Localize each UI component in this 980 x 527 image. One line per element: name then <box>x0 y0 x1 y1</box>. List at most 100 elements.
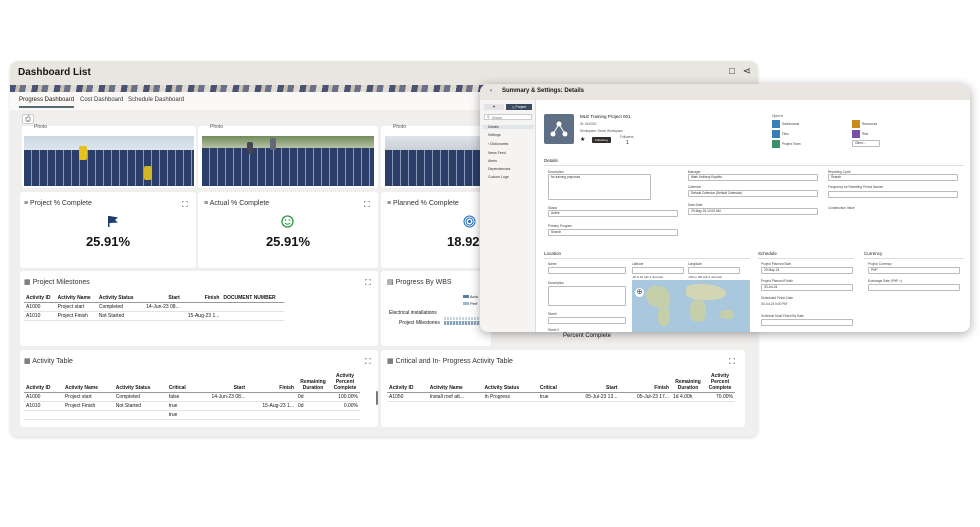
column-header[interactable]: Activity Name <box>427 372 483 393</box>
freq-field[interactable] <box>828 191 958 198</box>
milestones-card: ▦ Project Milestones ⛶ Activity ID Activ… <box>20 271 378 346</box>
table-row[interactable]: A1000 Project start Completed false 14-Jun-2… <box>24 392 360 402</box>
sidebar-item-settings[interactable]: Settings <box>488 133 501 137</box>
column-header[interactable]: Activity Percent Complete <box>330 372 360 393</box>
column-header[interactable]: Activity ID <box>387 372 428 393</box>
tab-schedule-dashboard[interactable]: Schedule Dashboard <box>128 97 184 103</box>
data-date-field[interactable]: 29-May-24 12:00 AM <box>688 208 818 215</box>
column-header[interactable]: Activity Status <box>113 372 167 393</box>
column-header[interactable]: Critical <box>537 372 568 393</box>
project-badge[interactable]: △ Project <box>506 104 532 110</box>
following-button[interactable]: Following <box>592 137 611 143</box>
expand-icon[interactable]: ⛶ <box>365 278 371 288</box>
column-header[interactable]: Finish <box>619 372 671 393</box>
open-in-files[interactable]: Files <box>782 132 789 136</box>
column-header[interactable]: Activity Status <box>96 294 140 303</box>
column-header[interactable]: DOCUMENT NUMBER <box>221 294 284 303</box>
smiley-icon <box>281 215 294 228</box>
comment-icon[interactable]: □ <box>726 66 738 78</box>
table-row[interactable]: A1010 Project Finish Not Started true 15-Aug… <box>24 401 360 411</box>
photo-label: Photo <box>210 124 224 130</box>
column-header[interactable]: Start <box>195 372 248 393</box>
expand-icon[interactable]: ⛶ <box>364 200 370 210</box>
manager-field[interactable]: Mark Anthony Espiritu <box>688 174 818 181</box>
column-header[interactable]: Activity ID <box>24 372 63 393</box>
column-header[interactable]: Critical <box>166 372 196 393</box>
milestones-table: Activity ID Activity Name Activity Statu… <box>24 294 284 321</box>
map-zoom-icon[interactable]: ⨁ <box>635 288 644 297</box>
kpi-title: ≡ Project % Complete <box>24 200 92 207</box>
table-row[interactable]: A1050 Install roof att... In Progress true 0… <box>387 392 735 402</box>
planned-start-label: Project Planned Start <box>761 262 792 266</box>
column-header[interactable]: Activity Percent Complete <box>705 372 735 393</box>
photo-label: Photo <box>34 124 48 130</box>
table-row[interactable]: true <box>24 410 360 420</box>
table-icon: ▦ <box>387 358 396 365</box>
must-finish-field[interactable] <box>761 319 853 326</box>
chart-icon: ▤ <box>387 279 396 286</box>
sidebar-search-input[interactable]: ⚲ Search <box>484 114 532 120</box>
street-field[interactable] <box>548 317 626 324</box>
planned-start-field[interactable]: 29-May-24 <box>761 267 853 274</box>
sidebar-item-details[interactable]: Details <box>482 125 534 129</box>
column-header[interactable]: Finish <box>247 372 296 393</box>
column-header[interactable]: Start <box>139 294 182 303</box>
solar-photo-3 <box>385 136 491 186</box>
expand-icon[interactable]: ⛶ <box>729 357 735 367</box>
share-icon[interactable]: ⋖ <box>741 66 753 78</box>
description-field[interactable]: for training purposes <box>548 174 651 200</box>
planned-finish-field[interactable]: 30-Jul-24 <box>761 284 853 291</box>
sidebar-item-dependencies[interactable]: Dependencies <box>488 167 510 171</box>
calendar-field[interactable]: Default Calendar (Default Calendar) <box>688 190 818 197</box>
location-description-field[interactable] <box>548 286 626 306</box>
open-in-resources[interactable]: Resources <box>862 122 877 126</box>
open-in-project-team[interactable]: Project Team <box>782 142 801 146</box>
dashboard-header: Dashboard List □ ⋖ <box>10 61 758 85</box>
sidebar-item-alerts[interactable]: Alerts <box>488 159 497 163</box>
star-icon[interactable]: ★ <box>580 136 585 143</box>
link-icon[interactable]: ⚭ <box>484 104 504 110</box>
column-header[interactable]: Remaining Duration <box>671 372 705 393</box>
workspace-label: Workspace: Demo Workspace <box>580 129 623 133</box>
column-header[interactable]: Activity ID <box>24 294 56 303</box>
longitude-field[interactable] <box>688 267 740 274</box>
tab-progress-dashboard[interactable]: Progress Dashboard <box>19 97 75 108</box>
table-row[interactable]: A1000 Project start Completed 14-Jun-23 08.… <box>24 302 284 312</box>
project-currency-field[interactable]: PHP <box>868 267 960 274</box>
street-label: Street <box>548 312 557 316</box>
scheduled-finish-value: 30-Jul-24 5:00 PM <box>761 302 788 306</box>
latitude-label: Latitude <box>632 262 644 266</box>
location-map[interactable]: ⨁ <box>632 280 750 332</box>
back-icon[interactable]: ‹ <box>490 88 492 94</box>
column-header[interactable]: Finish <box>181 294 222 303</box>
table-row[interactable]: A1010 Project Finish Not Started 15-Aug-23 … <box>24 311 284 321</box>
print-button[interactable]: ⎙ <box>22 114 34 124</box>
exchange-rate-field[interactable] <box>868 284 960 291</box>
latitude-field[interactable] <box>632 267 684 274</box>
scrollbar[interactable] <box>376 391 378 405</box>
reporting-cycle-field[interactable]: Search <box>828 174 958 181</box>
column-header[interactable]: Activity Name <box>62 372 114 393</box>
summary-settings-window: ‹ Summary & Settings: Details ⚭ △ Projec… <box>480 84 970 332</box>
tab-cost-dashboard[interactable]: Cost Dashboard <box>80 97 123 103</box>
section-title: ▦ Project Milestones <box>24 279 90 286</box>
primary-program-field[interactable]: Search <box>548 229 678 236</box>
column-header[interactable]: Activity Status <box>482 372 538 393</box>
status-select[interactable]: Active <box>548 210 678 217</box>
open-in-risk[interactable]: Risk <box>862 132 868 136</box>
project-name: MLE Training Project 001 <box>580 114 631 119</box>
column-header[interactable]: Remaining Duration <box>296 372 330 393</box>
resources-icon <box>852 120 860 128</box>
sidebar-item-dictionaries[interactable]: › Dictionaries <box>488 142 508 146</box>
open-in-dashboards[interactable]: Dashboards <box>782 122 799 126</box>
other-select[interactable]: Other... <box>852 140 880 147</box>
expand-icon[interactable]: ⛶ <box>182 200 188 210</box>
location-name-field[interactable] <box>548 267 626 274</box>
details-heading: Details <box>544 158 558 163</box>
column-header[interactable]: Activity Name <box>55 294 97 303</box>
sidebar-item-news-feed[interactable]: News Feed <box>488 151 506 155</box>
column-header[interactable]: Start <box>567 372 620 393</box>
sidebar-item-custom-logs[interactable]: Custom Logs <box>488 175 509 179</box>
location-name-label: Name <box>548 262 557 266</box>
expand-icon[interactable]: ⛶ <box>365 357 371 367</box>
